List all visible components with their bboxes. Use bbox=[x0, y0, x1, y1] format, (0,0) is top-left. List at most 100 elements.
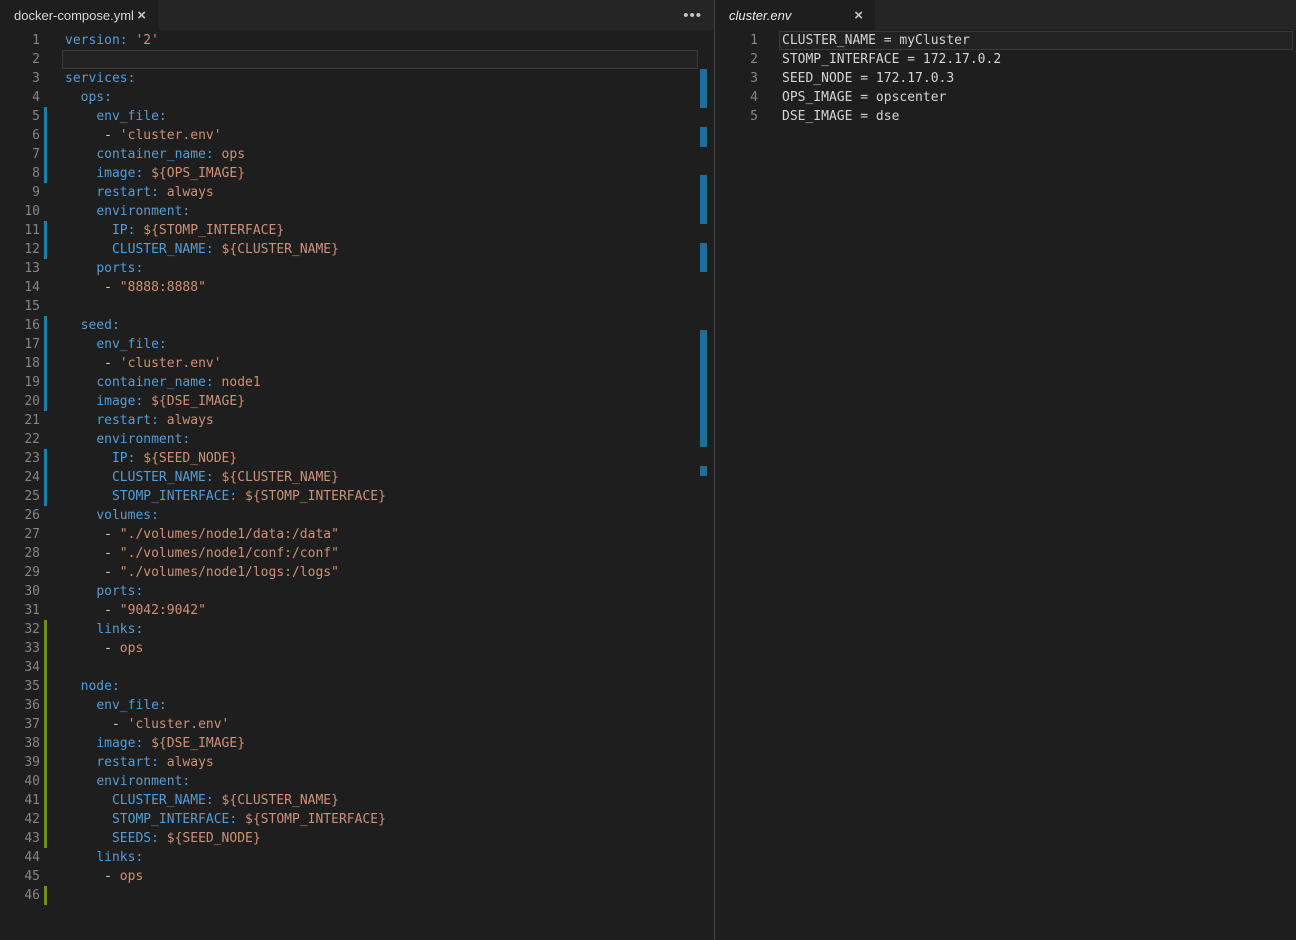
tab-label: docker-compose.yml bbox=[14, 8, 134, 23]
code-line[interactable]: 25 STOMP_INTERFACE: ${STOMP_INTERFACE} bbox=[0, 487, 714, 506]
code-line[interactable]: 44 links: bbox=[0, 848, 714, 867]
line-number: 27 bbox=[0, 525, 40, 544]
code-line[interactable]: 11 IP: ${STOMP_INTERFACE} bbox=[0, 221, 714, 240]
code-line[interactable]: 2STOMP_INTERFACE = 172.17.0.2 bbox=[715, 50, 1296, 69]
line-number: 2 bbox=[715, 50, 758, 69]
vscode-window: docker-compose.yml × ••• 1version: '2'23… bbox=[0, 0, 1296, 940]
code-line[interactable]: 39 restart: always bbox=[0, 753, 714, 772]
code-line[interactable]: 6 - 'cluster.env' bbox=[0, 126, 714, 145]
line-number: 41 bbox=[0, 791, 40, 810]
code-line[interactable]: 46 bbox=[0, 886, 714, 905]
code-line[interactable]: 1CLUSTER_NAME = myCluster bbox=[715, 31, 1296, 50]
line-number: 5 bbox=[715, 107, 758, 126]
line-number: 15 bbox=[0, 297, 40, 316]
line-text: CLUSTER_NAME = myCluster bbox=[758, 31, 1296, 50]
code-line[interactable]: 26 volumes: bbox=[0, 506, 714, 525]
code-line[interactable]: 30 ports: bbox=[0, 582, 714, 601]
tab-cluster-env[interactable]: cluster.env × bbox=[715, 0, 875, 30]
line-number: 39 bbox=[0, 753, 40, 772]
tabbar-left: docker-compose.yml × ••• bbox=[0, 0, 714, 30]
code-line[interactable]: 43 SEEDS: ${SEED_NODE} bbox=[0, 829, 714, 848]
line-text: - "9042:9042" bbox=[47, 601, 714, 620]
code-line[interactable]: 2 bbox=[0, 50, 714, 69]
code-line[interactable]: 21 restart: always bbox=[0, 411, 714, 430]
line-number: 23 bbox=[0, 449, 40, 468]
line-text: ops: bbox=[47, 88, 714, 107]
code-line[interactable]: 1version: '2' bbox=[0, 31, 714, 50]
code-line[interactable]: 20 image: ${DSE_IMAGE} bbox=[0, 392, 714, 411]
more-actions-icon[interactable]: ••• bbox=[683, 0, 702, 30]
code-line[interactable]: 10 environment: bbox=[0, 202, 714, 221]
close-icon[interactable]: × bbox=[852, 8, 865, 23]
line-number: 33 bbox=[0, 639, 40, 658]
code-line[interactable]: 18 - 'cluster.env' bbox=[0, 354, 714, 373]
line-number: 35 bbox=[0, 677, 40, 696]
close-icon[interactable]: × bbox=[135, 8, 148, 23]
code-line[interactable]: 29 - "./volumes/node1/logs:/logs" bbox=[0, 563, 714, 582]
code-line[interactable]: 24 CLUSTER_NAME: ${CLUSTER_NAME} bbox=[0, 468, 714, 487]
code-line[interactable]: 17 env_file: bbox=[0, 335, 714, 354]
overview-ruler[interactable] bbox=[700, 30, 707, 940]
code-line[interactable]: 8 image: ${OPS_IMAGE} bbox=[0, 164, 714, 183]
tab-label: cluster.env bbox=[729, 8, 791, 23]
code-line[interactable]: 23 IP: ${SEED_NODE} bbox=[0, 449, 714, 468]
code-line[interactable]: 34 bbox=[0, 658, 714, 677]
line-text: IP: ${SEED_NODE} bbox=[47, 449, 714, 468]
code-line[interactable]: 12 CLUSTER_NAME: ${CLUSTER_NAME} bbox=[0, 240, 714, 259]
code-line[interactable]: 36 env_file: bbox=[0, 696, 714, 715]
line-text: STOMP_INTERFACE: ${STOMP_INTERFACE} bbox=[47, 810, 714, 829]
code-line[interactable]: 7 container_name: ops bbox=[0, 145, 714, 164]
line-number: 42 bbox=[0, 810, 40, 829]
line-number: 4 bbox=[0, 88, 40, 107]
code-line[interactable]: 15 bbox=[0, 297, 714, 316]
line-text: SEED_NODE = 172.17.0.3 bbox=[758, 69, 1296, 88]
code-line[interactable]: 3SEED_NODE = 172.17.0.3 bbox=[715, 69, 1296, 88]
line-text: env_file: bbox=[47, 696, 714, 715]
line-text: - "./volumes/node1/conf:/conf" bbox=[47, 544, 714, 563]
code-line[interactable]: 27 - "./volumes/node1/data:/data" bbox=[0, 525, 714, 544]
code-line[interactable]: 35 node: bbox=[0, 677, 714, 696]
line-number: 1 bbox=[715, 31, 758, 50]
code-line[interactable]: 4 ops: bbox=[0, 88, 714, 107]
line-text: container_name: node1 bbox=[47, 373, 714, 392]
line-text bbox=[47, 886, 714, 905]
code-line[interactable]: 28 - "./volumes/node1/conf:/conf" bbox=[0, 544, 714, 563]
code-line[interactable]: 5DSE_IMAGE = dse bbox=[715, 107, 1296, 126]
code-line[interactable]: 31 - "9042:9042" bbox=[0, 601, 714, 620]
code-line[interactable]: 32 links: bbox=[0, 620, 714, 639]
editor-cluster-env[interactable]: 1CLUSTER_NAME = myCluster2STOMP_INTERFAC… bbox=[715, 30, 1296, 940]
line-number: 36 bbox=[0, 696, 40, 715]
line-number: 9 bbox=[0, 183, 40, 202]
tab-docker-compose[interactable]: docker-compose.yml × bbox=[0, 0, 158, 30]
code-line[interactable]: 22 environment: bbox=[0, 430, 714, 449]
overview-ruler-mark bbox=[700, 243, 707, 272]
code-line[interactable]: 4OPS_IMAGE = opscenter bbox=[715, 88, 1296, 107]
line-text: - 'cluster.env' bbox=[47, 354, 714, 373]
code-line[interactable]: 5 env_file: bbox=[0, 107, 714, 126]
line-text: - 'cluster.env' bbox=[47, 126, 714, 145]
code-line[interactable]: 33 - ops bbox=[0, 639, 714, 658]
code-line[interactable]: 9 restart: always bbox=[0, 183, 714, 202]
code-line[interactable]: 13 ports: bbox=[0, 259, 714, 278]
line-text: OPS_IMAGE = opscenter bbox=[758, 88, 1296, 107]
code-line[interactable]: 3services: bbox=[0, 69, 714, 88]
line-text: seed: bbox=[47, 316, 714, 335]
line-text: CLUSTER_NAME: ${CLUSTER_NAME} bbox=[47, 468, 714, 487]
line-text: environment: bbox=[47, 202, 714, 221]
line-number: 30 bbox=[0, 582, 40, 601]
code-line[interactable]: 42 STOMP_INTERFACE: ${STOMP_INTERFACE} bbox=[0, 810, 714, 829]
code-line[interactable]: 41 CLUSTER_NAME: ${CLUSTER_NAME} bbox=[0, 791, 714, 810]
editor-docker-compose[interactable]: 1version: '2'23services:4 ops:5 env_file… bbox=[0, 30, 714, 940]
code-line[interactable]: 19 container_name: node1 bbox=[0, 373, 714, 392]
editor-group-right: cluster.env × 1CLUSTER_NAME = myCluster2… bbox=[714, 0, 1296, 940]
line-number: 21 bbox=[0, 411, 40, 430]
code-line[interactable]: 45 - ops bbox=[0, 867, 714, 886]
code-line[interactable]: 14 - "8888:8888" bbox=[0, 278, 714, 297]
line-number: 40 bbox=[0, 772, 40, 791]
code-line[interactable]: 37 - 'cluster.env' bbox=[0, 715, 714, 734]
code-line[interactable]: 16 seed: bbox=[0, 316, 714, 335]
code-line[interactable]: 38 image: ${DSE_IMAGE} bbox=[0, 734, 714, 753]
overview-ruler-mark bbox=[700, 69, 707, 108]
code-line[interactable]: 40 environment: bbox=[0, 772, 714, 791]
line-number: 24 bbox=[0, 468, 40, 487]
